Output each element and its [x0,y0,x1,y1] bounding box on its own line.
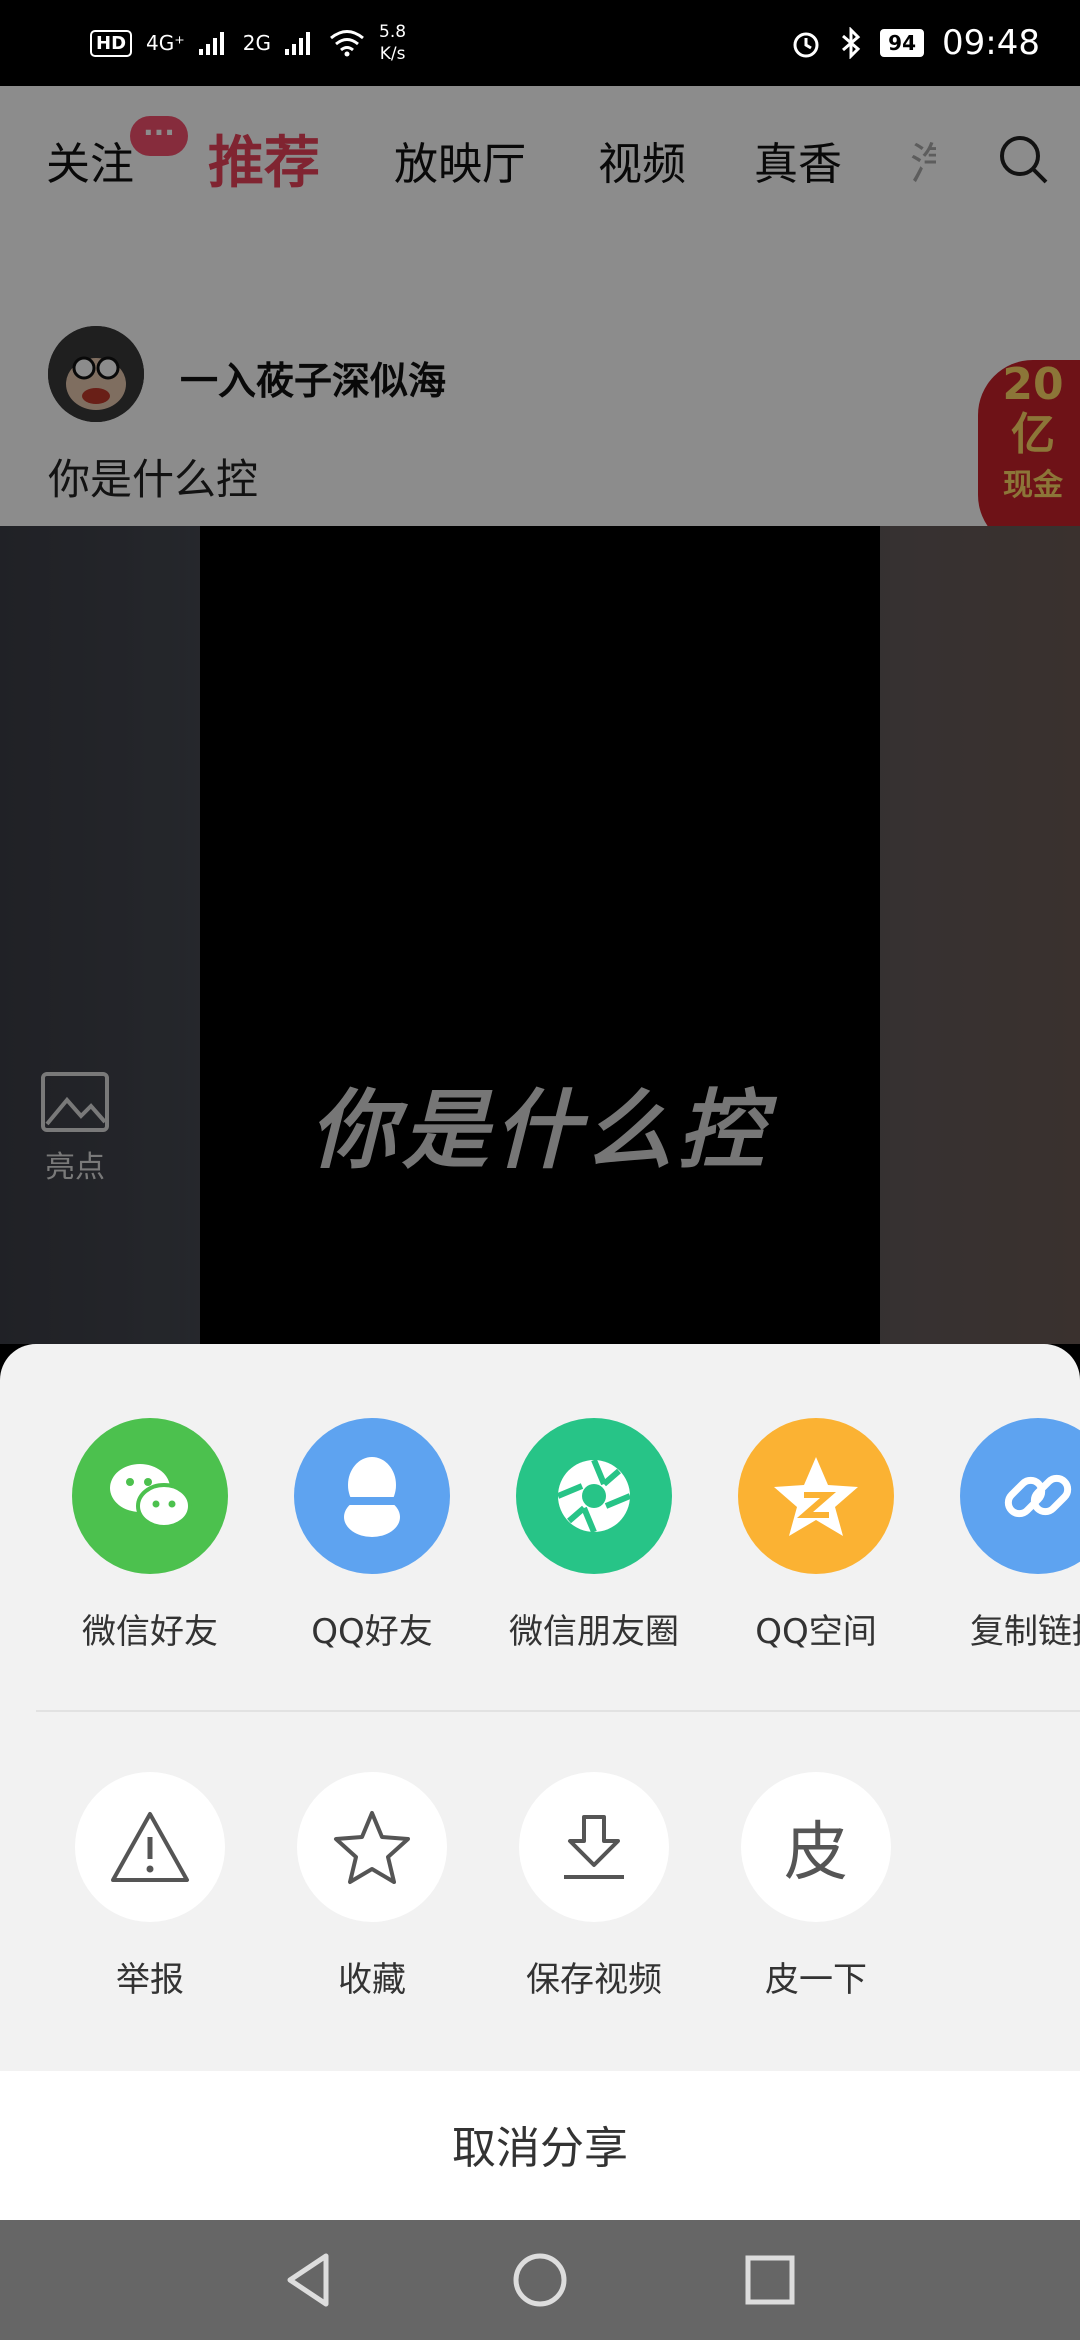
wechat-icon [72,1418,228,1574]
share-moments[interactable]: 微信朋友圈 [494,1418,694,1653]
net-speed: 5.8 K/s [379,21,406,65]
share-wechat-friend[interactable]: 微信好友 [50,1418,250,1653]
status-left: HD 4G⁺ 2G 5.8 K/s [90,0,406,86]
share-copy-link[interactable]: 复制链接 [938,1418,1080,1653]
status-bar: HD 4G⁺ 2G 5.8 K/s 94 09:48 [0,0,1080,86]
download-icon [519,1772,669,1922]
clock: 09:48 [942,23,1040,63]
action-report[interactable]: 举报 [50,1772,250,2001]
share-label: 微信好友 [82,1612,218,1652]
alarm-icon [793,32,819,58]
star-icon [297,1772,447,1922]
home-icon[interactable] [504,2244,576,2316]
dim-overlay[interactable] [0,86,1080,1344]
action-label: 举报 [116,1960,184,2000]
share-label: QQ好友 [311,1612,433,1652]
signal-bars-icon [285,32,311,55]
link-icon [960,1418,1080,1574]
action-favorite[interactable]: 收藏 [272,1772,472,2001]
signal-2g: 2G [242,31,272,55]
bluetooth-icon [842,27,861,59]
moments-icon [516,1418,672,1574]
qzone-star-icon [738,1418,894,1574]
signal-bars-icon [198,32,224,55]
back-icon[interactable] [274,2244,346,2316]
share-qzone[interactable]: QQ空间 [716,1418,916,1653]
pi-icon: 皮 [741,1772,891,1922]
action-label: 收藏 [338,1960,406,2000]
net-speed-value: 5.8 [379,22,407,42]
share-qq-friend[interactable]: QQ好友 [272,1418,472,1653]
wifi-icon [330,30,364,57]
hd-indicator: HD [90,29,133,57]
share-sheet: 微信好友 QQ好友 微信朋友圈 QQ空间 复制链接 举报 收藏 [0,1344,1080,2071]
system-nav-bar [0,2220,1080,2340]
action-label: 保存视频 [526,1960,662,2000]
qq-icon [294,1418,450,1574]
net-speed-unit: K/s [379,44,406,64]
divider [36,1710,1080,1712]
action-pi[interactable]: 皮 皮一下 [716,1772,916,2001]
warning-icon [75,1772,225,1922]
battery-level: 94 [880,29,925,57]
action-label: 皮一下 [765,1960,867,2000]
pi-glyph: 皮 [784,1816,848,1890]
status-right: 94 09:48 [790,0,1040,86]
recents-icon[interactable] [734,2244,806,2316]
share-label: 复制链接 [970,1612,1080,1652]
share-label: 微信朋友圈 [509,1612,679,1652]
action-save-video[interactable]: 保存视频 [494,1772,694,2001]
signal-4g: 4G⁺ [146,31,185,55]
share-label: QQ空间 [755,1612,877,1652]
